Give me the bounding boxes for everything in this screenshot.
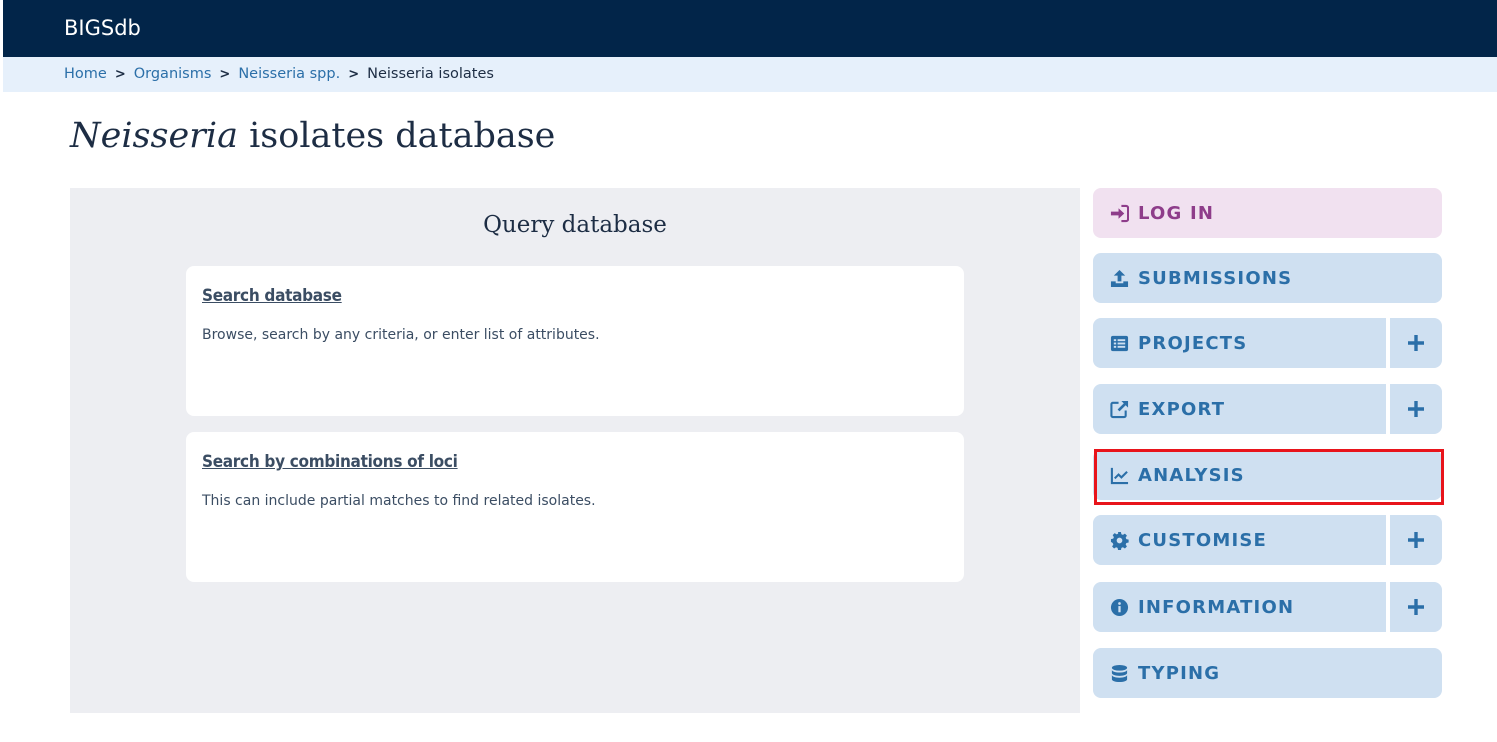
plus-icon bbox=[1408, 599, 1424, 615]
projects-label: PROJECTS bbox=[1138, 332, 1248, 354]
breadcrumb-organisms-link[interactable]: Organisms bbox=[134, 66, 212, 82]
login-label: LOG IN bbox=[1138, 202, 1215, 224]
export-expand-button[interactable] bbox=[1390, 384, 1442, 434]
breadcrumb-separator: > bbox=[219, 67, 231, 82]
submissions-label: SUBMISSIONS bbox=[1138, 267, 1293, 289]
export-label: EXPORT bbox=[1138, 398, 1226, 420]
breadcrumb-neisseria-link[interactable]: Neisseria spp. bbox=[238, 66, 340, 82]
breadcrumb-bar: Home > Organisms > Neisseria spp. > Neisseria … bbox=[3, 57, 1497, 92]
query-panel: Query database Search database Browse, s… bbox=[70, 188, 1080, 713]
information-label: INFORMATION bbox=[1138, 596, 1295, 618]
sign-in-icon bbox=[1109, 203, 1129, 223]
database-icon bbox=[1109, 663, 1129, 683]
page-title-rest: isolates database bbox=[237, 116, 556, 156]
customise-button[interactable]: CUSTOMISE bbox=[1093, 515, 1386, 565]
breadcrumb-separator: > bbox=[114, 67, 126, 82]
customise-label: CUSTOMISE bbox=[1138, 529, 1268, 551]
breadcrumb: Home > Organisms > Neisseria spp. > Neisseria … bbox=[64, 66, 494, 82]
search-loci-card: Search by combinations of loci This can … bbox=[186, 432, 964, 582]
customise-expand-button[interactable] bbox=[1390, 515, 1442, 565]
chart-line-icon bbox=[1109, 465, 1129, 485]
page-title-genus: Neisseria bbox=[70, 116, 238, 156]
info-icon bbox=[1109, 597, 1129, 617]
information-button[interactable]: INFORMATION bbox=[1093, 582, 1386, 632]
search-database-link[interactable]: Search database bbox=[202, 286, 342, 306]
breadcrumb-current: Neisseria isolates bbox=[367, 66, 494, 82]
projects-button[interactable]: PROJECTS bbox=[1093, 318, 1386, 368]
login-button[interactable]: LOG IN bbox=[1093, 188, 1442, 238]
analysis-button[interactable]: ANALYSIS bbox=[1093, 450, 1442, 500]
projects-expand-button[interactable] bbox=[1390, 318, 1442, 368]
list-icon bbox=[1109, 333, 1129, 353]
export-button[interactable]: EXPORT bbox=[1093, 384, 1386, 434]
breadcrumb-home-link[interactable]: Home bbox=[64, 66, 107, 82]
breadcrumb-separator: > bbox=[348, 67, 360, 82]
typing-button[interactable]: TYPING bbox=[1093, 648, 1442, 698]
search-loci-link[interactable]: Search by combinations of loci bbox=[202, 452, 458, 472]
query-panel-title: Query database bbox=[483, 212, 667, 238]
plus-icon bbox=[1408, 401, 1424, 417]
plus-icon bbox=[1408, 335, 1424, 351]
upload-icon bbox=[1109, 268, 1129, 288]
cog-icon bbox=[1109, 530, 1129, 550]
page-title: Neisseria isolates database bbox=[70, 116, 555, 156]
information-expand-button[interactable] bbox=[1390, 582, 1442, 632]
typing-label: TYPING bbox=[1138, 662, 1221, 684]
search-loci-description: This can include partial matches to find… bbox=[202, 493, 596, 509]
brand-logo-text[interactable]: BIGSdb bbox=[64, 16, 141, 40]
top-navbar: BIGSdb bbox=[3, 0, 1497, 57]
analysis-label: ANALYSIS bbox=[1138, 464, 1245, 486]
submissions-button[interactable]: SUBMISSIONS bbox=[1093, 253, 1442, 303]
plus-icon bbox=[1408, 532, 1424, 548]
external-link-icon bbox=[1109, 399, 1129, 419]
search-database-card: Search database Browse, search by any cr… bbox=[186, 266, 964, 416]
search-database-description: Browse, search by any criteria, or enter… bbox=[202, 327, 600, 343]
